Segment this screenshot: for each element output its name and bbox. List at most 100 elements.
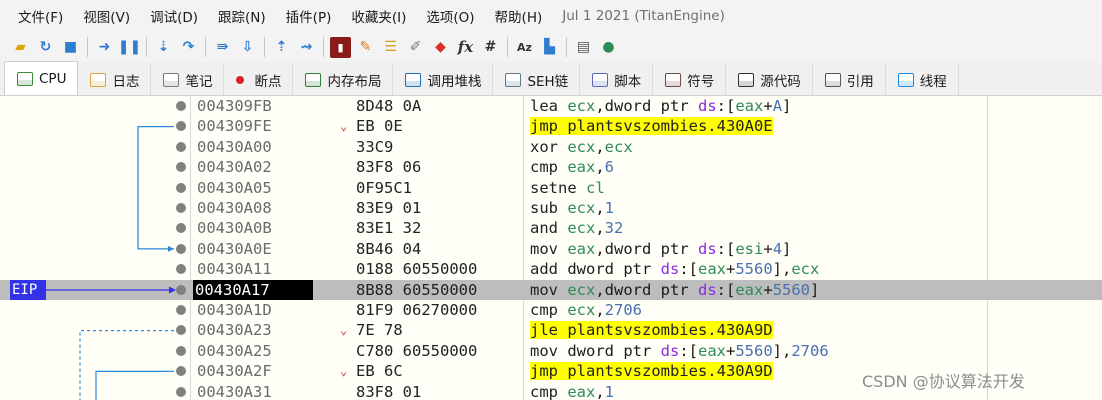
label-icon[interactable]: ◆ bbox=[430, 37, 451, 58]
instruction-cell[interactable]: jmp plantsvszombies.430A9D bbox=[530, 361, 773, 381]
address-cell[interactable]: 00430A0E bbox=[195, 239, 315, 259]
instruction-cell[interactable]: lea ecx,dword ptr ds:[eax+A] bbox=[530, 96, 791, 116]
tab-references[interactable]: 引用 bbox=[813, 64, 886, 95]
instruction-cell[interactable]: mov dword ptr ds:[eax+5560],2706 bbox=[530, 341, 829, 361]
instruction-cell[interactable]: xor ecx,ecx bbox=[530, 137, 633, 157]
bytes-cell[interactable]: 8B46 04 bbox=[356, 239, 421, 259]
instruction-text: add dword ptr ds:[eax+5560],ecx bbox=[530, 260, 819, 278]
tab-source-code[interactable]: 源代码 bbox=[726, 64, 813, 95]
tab-seh-chain[interactable]: SEH链 bbox=[493, 64, 581, 95]
step-over-icon[interactable]: ↷ bbox=[178, 37, 199, 58]
tab-threads[interactable]: 线程 bbox=[886, 64, 959, 95]
address-cell[interactable]: 00430A23 bbox=[195, 320, 315, 340]
address-cell[interactable]: 00430A17 bbox=[193, 279, 313, 300]
instruction-cell[interactable]: mov ecx,dword ptr ds:[eax+5560] bbox=[530, 280, 819, 300]
address-cell[interactable]: 004309FE bbox=[195, 116, 315, 136]
tab-log[interactable]: 日志 bbox=[78, 64, 152, 95]
bytes-cell[interactable]: 8B88 60550000 bbox=[356, 280, 477, 300]
menu-bar: 文件(F) 视图(V) 调试(D) 跟踪(N) 插件(P) 收藏夹(I) 选项(… bbox=[0, 0, 1102, 32]
animate-icon[interactable]: ⇝ bbox=[296, 37, 317, 58]
disassembly-view[interactable]: 004309FB 8D48 0A lea ecx,dword ptr ds:[eax… bbox=[0, 96, 1102, 400]
tab-cpu[interactable]: CPU bbox=[4, 61, 79, 95]
menu-favourites[interactable]: 收藏夹(I) bbox=[351, 6, 406, 26]
globe-icon[interactable]: ● bbox=[598, 37, 619, 58]
address-cell[interactable]: 004309FB bbox=[195, 96, 315, 116]
bytes-cell[interactable]: 83F8 06 bbox=[356, 157, 421, 177]
menu-file[interactable]: 文件(F) bbox=[18, 6, 63, 26]
run-until-return-icon[interactable]: ⇛ bbox=[212, 37, 233, 58]
toolbar-separator bbox=[507, 37, 508, 57]
instruction-token: + bbox=[726, 341, 736, 360]
font-size-button[interactable]: Aᴢ bbox=[514, 37, 535, 58]
address-cell[interactable]: 00430A00 bbox=[195, 137, 315, 157]
open-folder-icon[interactable]: ▰ bbox=[10, 37, 31, 58]
address-cell[interactable]: 00430A11 bbox=[195, 259, 315, 279]
instruction-cell[interactable]: sub ecx,1 bbox=[530, 198, 614, 218]
address-cell[interactable]: 00430A31 bbox=[195, 382, 315, 400]
instruction-token: ] bbox=[810, 280, 820, 299]
instruction-cell[interactable]: mov eax,dword ptr ds:[esi+4] bbox=[530, 239, 791, 259]
instruction-token: ], bbox=[772, 341, 792, 360]
bytes-cell[interactable]: 83E9 01 bbox=[356, 198, 421, 218]
instruction-cell[interactable]: and ecx,32 bbox=[530, 218, 623, 238]
instruction-cell[interactable]: cmp ecx,2706 bbox=[530, 300, 642, 320]
menu-options[interactable]: 选项(O) bbox=[426, 6, 474, 26]
run-icon[interactable]: ➜ bbox=[94, 37, 115, 58]
tab-symbols[interactable]: 符号 bbox=[653, 64, 727, 95]
step-into-icon[interactable]: ⇣ bbox=[153, 37, 174, 58]
jump-arrows bbox=[46, 125, 176, 400]
comment-icon[interactable]: ✐ bbox=[405, 37, 426, 58]
bytes-cell[interactable]: EB 6C bbox=[356, 361, 403, 381]
bytes-cell[interactable]: 83E1 32 bbox=[356, 218, 421, 238]
trace-icon[interactable]: ⇩ bbox=[237, 37, 258, 58]
address-cell[interactable]: 00430A02 bbox=[195, 157, 315, 177]
menu-view[interactable]: 视图(V) bbox=[83, 6, 130, 26]
bytes-cell[interactable]: 0188 60550000 bbox=[356, 259, 477, 279]
tab-notes[interactable]: 笔记 bbox=[151, 64, 225, 95]
instruction-cell[interactable]: setne cl bbox=[530, 178, 605, 198]
bytes-cell[interactable]: 0F95C1 bbox=[356, 178, 412, 198]
highlight-icon[interactable]: ✎ bbox=[355, 37, 376, 58]
fx-button[interactable]: fx bbox=[455, 37, 476, 58]
menu-trace[interactable]: 跟踪(N) bbox=[218, 6, 266, 26]
patch-icon[interactable]: ☰ bbox=[380, 37, 401, 58]
instruction-cell[interactable]: jle plantsvszombies.430A9D bbox=[530, 320, 773, 340]
address-cell[interactable]: 00430A08 bbox=[195, 198, 315, 218]
menu-debug[interactable]: 调试(D) bbox=[150, 6, 198, 26]
address-cell[interactable]: 00430A0B bbox=[195, 218, 315, 238]
instruction-cell[interactable]: cmp eax,1 bbox=[530, 382, 614, 400]
instruction-cell[interactable]: jmp plantsvszombies.430A0E bbox=[530, 116, 773, 136]
tab-call-stack[interactable]: 调用堆栈 bbox=[393, 64, 494, 95]
address-cell[interactable]: 00430A2F bbox=[195, 361, 315, 381]
instruction-token: eax bbox=[567, 239, 596, 258]
tab-memory-map[interactable]: 内存布局 bbox=[293, 64, 394, 95]
tab-breakpoint[interactable]: 断点 bbox=[224, 64, 294, 95]
memory-icon[interactable]: ▤ bbox=[573, 37, 594, 58]
address-cell[interactable]: 00430A25 bbox=[195, 341, 315, 361]
hash-button[interactable]: # bbox=[480, 37, 501, 58]
bytes-cell[interactable]: 7E 78 bbox=[356, 320, 403, 340]
console-icon[interactable]: ▮ bbox=[330, 36, 351, 58]
bookmark-icon[interactable]: ▙ bbox=[539, 37, 560, 58]
pause-icon[interactable]: ❚❚ bbox=[118, 37, 141, 58]
instruction-cell[interactable]: add dword ptr ds:[eax+5560],ecx bbox=[530, 259, 819, 279]
script-icon bbox=[592, 72, 609, 87]
tab-label: 调用堆栈 bbox=[427, 73, 482, 90]
address-cell[interactable]: 00430A1D bbox=[195, 300, 315, 320]
bytes-cell[interactable]: 8D48 0A bbox=[356, 96, 421, 116]
address-cell[interactable]: 00430A05 bbox=[195, 178, 315, 198]
menu-plugins[interactable]: 插件(P) bbox=[286, 6, 332, 26]
trace-into-icon[interactable]: ⇡ bbox=[271, 37, 292, 58]
instruction-token: and bbox=[530, 219, 568, 238]
bytes-cell[interactable]: 33C9 bbox=[356, 137, 393, 157]
menu-help[interactable]: 帮助(H) bbox=[495, 6, 543, 26]
bytes-cell[interactable]: C780 60550000 bbox=[356, 341, 477, 361]
bytes-cell[interactable]: 83F8 01 bbox=[356, 382, 421, 400]
source-code-icon bbox=[738, 72, 755, 87]
instruction-cell[interactable]: cmp eax,6 bbox=[530, 157, 614, 177]
tab-script[interactable]: 脚本 bbox=[580, 64, 654, 95]
restart-icon[interactable]: ↻ bbox=[35, 37, 56, 58]
bytes-cell[interactable]: EB 0E bbox=[356, 116, 403, 136]
bytes-cell[interactable]: 81F9 06270000 bbox=[356, 300, 477, 320]
stop-icon[interactable]: ■ bbox=[60, 37, 81, 58]
